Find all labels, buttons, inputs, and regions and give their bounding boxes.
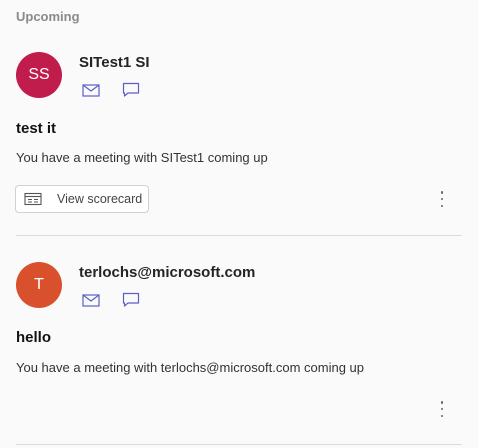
meeting-description: You have a meeting with terlochs@microso… <box>16 360 364 375</box>
chat-icon[interactable] <box>122 82 140 98</box>
mail-icon[interactable] <box>82 292 100 308</box>
avatar-initials: SS <box>28 66 50 83</box>
contact-name[interactable]: terlochs@microsoft.com <box>79 264 255 281</box>
mail-icon[interactable] <box>82 82 100 98</box>
avatar[interactable]: T <box>16 262 62 308</box>
chat-icon[interactable] <box>122 292 140 308</box>
avatar[interactable]: SS <box>16 52 62 98</box>
view-scorecard-button[interactable]: View scorecard <box>15 185 149 213</box>
section-header: Upcoming <box>16 9 80 24</box>
divider <box>16 444 462 445</box>
meeting-subject: hello <box>16 329 52 346</box>
contact-name[interactable]: SITest1 SI <box>79 54 150 71</box>
avatar-initials: T <box>34 276 44 293</box>
meeting-subject: test it <box>16 120 57 137</box>
view-scorecard-label: View scorecard <box>57 192 143 206</box>
more-options-icon[interactable] <box>436 190 448 208</box>
divider <box>16 235 462 236</box>
more-options-icon[interactable] <box>436 400 448 418</box>
meeting-description: You have a meeting with SITest1 coming u… <box>16 150 268 165</box>
scorecard-icon <box>24 192 42 206</box>
